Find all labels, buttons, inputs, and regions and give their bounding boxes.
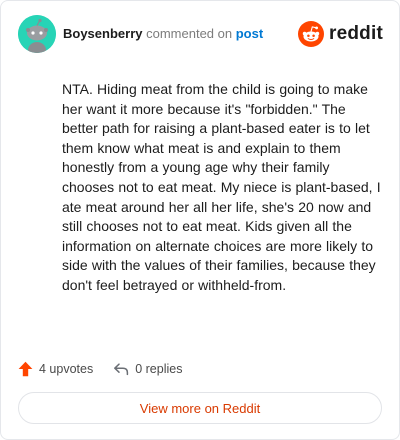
view-more-button[interactable]: View more on Reddit xyxy=(18,392,382,424)
reddit-logo-icon xyxy=(298,21,325,47)
reddit-brand[interactable]: reddit xyxy=(298,21,383,47)
reddit-wordmark: reddit xyxy=(329,23,383,44)
upvotes-count: 4 upvotes xyxy=(39,362,94,376)
snoo-avatar-icon[interactable] xyxy=(18,15,56,53)
comment-body: NTA. Hiding meat from the child is going… xyxy=(62,81,381,293)
comment-stats: 4 upvotes 0 replies xyxy=(18,359,182,379)
comment-byline: Boysenberry commented on post xyxy=(63,26,263,42)
comment-header: Boysenberry commented on post reddit xyxy=(18,15,383,53)
author-name[interactable]: Boysenberry xyxy=(63,26,142,41)
reply-arrow-icon xyxy=(114,363,129,376)
post-link[interactable]: post xyxy=(236,26,263,41)
replies-count: 0 replies xyxy=(135,362,183,376)
upvotes-stat[interactable]: 4 upvotes xyxy=(18,361,93,377)
embedded-comment-card: Boysenberry commented on post reddit NTA… xyxy=(0,0,400,440)
replies-stat[interactable]: 0 replies xyxy=(113,362,182,376)
upvote-arrow-icon xyxy=(18,361,33,377)
action-text: commented on xyxy=(146,26,233,41)
